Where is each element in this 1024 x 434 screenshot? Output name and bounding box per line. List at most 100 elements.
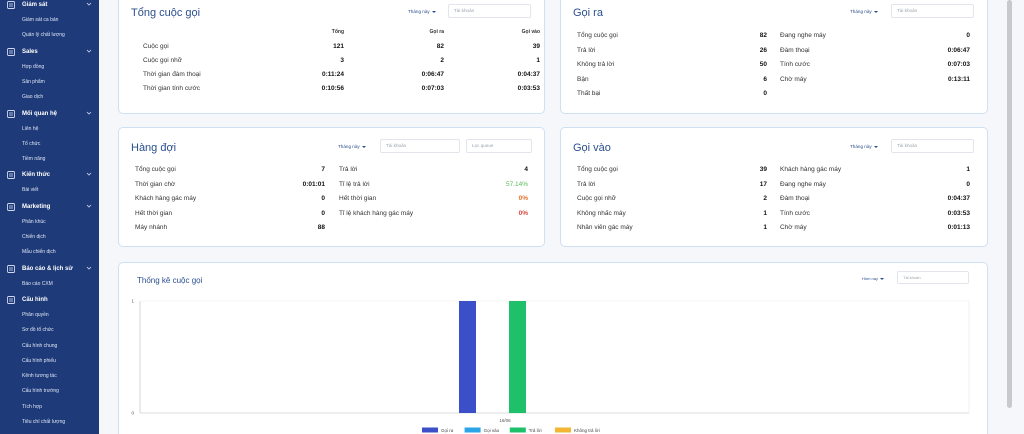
- stat-value: 0:06:47: [947, 46, 970, 54]
- sidebar-item[interactable]: Giám sát ca bán: [0, 13, 99, 28]
- stat-value: 0%: [518, 209, 528, 217]
- stat-label: Tỉ lệ trả lời: [339, 180, 370, 188]
- x-tick-label: 16/06: [499, 418, 511, 423]
- sidebar-item[interactable]: Sơ đồ tổ chức: [0, 323, 99, 338]
- sidebar-item[interactable]: Phân quyền: [0, 308, 99, 323]
- sidebar-section-2[interactable]: Mối quan hệ: [0, 106, 99, 122]
- legend-swatch: [422, 427, 438, 433]
- stat-label: Tính cước: [780, 61, 810, 68]
- sidebar-item[interactable]: Hợp đồng: [0, 60, 99, 75]
- stat-value: 0:04:37: [947, 195, 970, 202]
- sidebar-item[interactable]: Kênh tương tác: [0, 369, 99, 384]
- account-input[interactable]: Tài khoản: [380, 139, 460, 153]
- stat-value: 0: [763, 90, 767, 97]
- legend-swatch: [464, 427, 481, 433]
- period-filter[interactable]: Tháng này: [408, 9, 436, 14]
- stat-label: Đàm thoại: [780, 46, 810, 54]
- sidebar-section-1[interactable]: Sales: [0, 44, 99, 60]
- queue-filter-input[interactable]: Lọc queue: [466, 139, 532, 153]
- stat-value: 0:01:13: [947, 224, 970, 231]
- sidebar-item[interactable]: Báo cáo CXM: [0, 277, 99, 292]
- sidebar-item[interactable]: Chiến dịch: [0, 230, 99, 245]
- sidebar-section-label: Sales: [22, 48, 38, 55]
- sidebar-item[interactable]: Tiềm năng: [0, 152, 99, 167]
- bar-trả-lời: [509, 301, 526, 413]
- sidebar-item[interactable]: Liên hệ: [0, 122, 99, 137]
- legend-label: Không trả lời: [574, 428, 600, 433]
- stat-label: Hết thời gian: [135, 209, 173, 217]
- stat-value: 6: [763, 75, 767, 83]
- stat-value: 88: [317, 224, 325, 231]
- col-header-total: Tổng: [331, 29, 344, 35]
- stat-value: 0:13:11: [947, 75, 970, 83]
- chevron-down-icon: [873, 145, 878, 148]
- stat-value: 1: [763, 224, 767, 231]
- period-filter[interactable]: Tháng này: [850, 9, 878, 14]
- sidebar-item[interactable]: Sản phẩm: [0, 75, 99, 90]
- account-input[interactable]: Tài khoản: [891, 4, 974, 18]
- bar-chart-icon: [7, 47, 15, 56]
- stat-value: 0:11:24: [321, 71, 344, 78]
- period-filter[interactable]: Tháng này: [338, 144, 366, 149]
- sidebar-item[interactable]: Tổ chức: [0, 137, 99, 152]
- stat-label: Khách hàng gác máy: [780, 166, 842, 173]
- sidebar-item[interactable]: Tích hợp: [0, 400, 99, 415]
- stat-value: 57.14%: [505, 180, 528, 188]
- stat-value: 0:01:01: [302, 180, 325, 188]
- sidebar-item[interactable]: Bài viết: [0, 183, 99, 198]
- stat-value: 2: [763, 195, 767, 202]
- stat-label: Thất bại: [577, 90, 601, 97]
- sidebar-section-label: Cấu hình: [22, 296, 48, 303]
- sidebar-item[interactable]: Cấu hình trường: [0, 384, 99, 399]
- stat-label: Thời gian tính cước: [143, 85, 200, 92]
- sidebar-item[interactable]: Phân khúc: [0, 215, 99, 230]
- legend-label: Gọi vào: [484, 428, 500, 433]
- sidebar-section-0[interactable]: Giám sát: [0, 0, 99, 13]
- stat-value: 0:03:53: [947, 209, 970, 217]
- sidebar-item[interactable]: Giao dịch: [0, 90, 99, 105]
- legend-swatch: [509, 427, 526, 433]
- scrollbar-thumb[interactable]: [1007, 0, 1012, 408]
- stat-value: 4: [524, 166, 528, 173]
- col-header-inbound: Gọi vào: [521, 29, 540, 35]
- stat-value: 0:04:37: [517, 71, 540, 78]
- account-input[interactable]: Tài khoản: [448, 4, 531, 18]
- legend-swatch: [555, 427, 571, 433]
- sidebar-section-4[interactable]: Marketing: [0, 199, 99, 215]
- col-header-outbound: Gọi ra: [429, 29, 444, 35]
- sidebar-item[interactable]: Mẫu chiến dịch: [0, 245, 99, 260]
- stat-label: Thời gian chờ: [135, 180, 176, 188]
- sidebar-section-label: Kiến thức: [22, 172, 51, 179]
- stat-value: 0: [966, 32, 970, 39]
- sidebar-item[interactable]: Cấu hình phiếu: [0, 354, 99, 369]
- stat-label: Trả lời: [577, 46, 596, 54]
- book-icon: [7, 171, 15, 180]
- card-title: Gọi ra: [573, 7, 603, 19]
- monitor-icon: [7, 1, 15, 9]
- sidebar-section-5[interactable]: Báo cáo & lịch sử: [0, 261, 99, 277]
- chevron-down-icon: [361, 145, 366, 148]
- sidebar-item[interactable]: Quản lý chất lượng: [0, 28, 99, 43]
- stat-label: Không nhấc máy: [577, 209, 626, 217]
- account-input[interactable]: Tài khoản: [891, 139, 974, 153]
- stat-value: 0: [321, 195, 325, 202]
- stat-label: Thời gian đàm thoại: [143, 71, 201, 78]
- stat-value: 82: [759, 32, 767, 39]
- scrollbar[interactable]: [1004, 0, 1014, 434]
- stat-value: 17: [759, 180, 767, 188]
- stat-value: 0:07:03: [947, 61, 970, 68]
- stat-label: Tính cước: [780, 209, 810, 217]
- stat-value: 0:06:47: [421, 71, 444, 78]
- stat-value: 0: [321, 209, 325, 217]
- sidebar-section-6[interactable]: Cấu hình: [0, 292, 99, 308]
- stat-label: Bận: [577, 75, 589, 83]
- sidebar-section-label: Marketing: [22, 203, 51, 210]
- sidebar-item[interactable]: Cấu hình chung: [0, 339, 99, 354]
- stat-value: 1: [536, 57, 540, 64]
- sidebar-item[interactable]: Tiêu chí chất lượng: [0, 415, 99, 430]
- sidebar-section-3[interactable]: Kiến thức: [0, 167, 99, 183]
- legend-label: Trả lời: [529, 428, 542, 433]
- stat-label: Cuộc gọi nhỡ: [143, 57, 182, 64]
- stat-label: Trả lời: [577, 180, 596, 188]
- period-filter[interactable]: Tháng này: [850, 144, 878, 149]
